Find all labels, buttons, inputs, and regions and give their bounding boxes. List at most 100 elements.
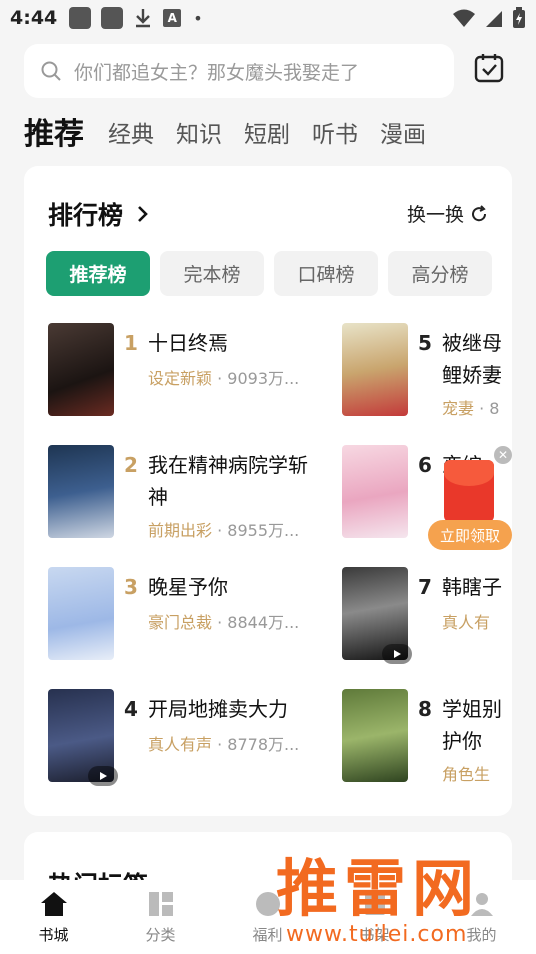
- notification-icon-2: [101, 7, 124, 29]
- red-packet-widget[interactable]: ✕ 立即领取: [428, 444, 514, 554]
- book-title: 晚星予你: [148, 575, 228, 599]
- refresh-button[interactable]: 换一换: [407, 200, 488, 227]
- download-icon: [136, 9, 151, 28]
- book-title: 韩瞎子: [442, 575, 502, 599]
- tab-comics[interactable]: 漫画: [380, 110, 426, 160]
- ranking-title: 排行榜: [48, 201, 124, 230]
- book-cover: [342, 689, 408, 782]
- nav-label: 分类: [145, 926, 176, 944]
- book-item-5[interactable]: 5 被继母 鲤娇妻 宠妻 · 8: [342, 323, 512, 419]
- book-tag: 角色生: [442, 765, 491, 784]
- book-item-7[interactable]: 7 韩瞎子 真人有: [342, 567, 512, 664]
- rank-number: 5: [418, 331, 432, 355]
- close-icon[interactable]: ✕: [494, 446, 512, 464]
- watermark-logo: 推雷网 www.tuilei.com: [266, 836, 536, 954]
- book-meta: 真人有: [442, 609, 490, 633]
- pill-completed-list[interactable]: 完本榜: [160, 251, 264, 296]
- rank-number: 7: [418, 575, 432, 599]
- book-meta: 角色生: [442, 761, 490, 785]
- tab-audiobook[interactable]: 听书: [312, 110, 358, 160]
- book-tag: 真人有声: [148, 735, 213, 754]
- audio-badge: [382, 644, 412, 664]
- a-icon: A: [163, 9, 182, 27]
- tab-recommend[interactable]: 推荐: [24, 110, 84, 160]
- wifi-icon: [453, 9, 475, 27]
- book-cover: [342, 323, 408, 416]
- book-item-4[interactable]: 4 开局地摊卖大力 真人有声 · 8778万...: [48, 689, 318, 786]
- book-meta: 豪门总裁 · 8844万...: [148, 613, 300, 632]
- watermark-url: www.tuilei.com: [286, 922, 468, 947]
- tab-knowledge[interactable]: 知识: [176, 110, 222, 160]
- rank-number: 8: [418, 697, 432, 721]
- book-title: 学姐别: [442, 697, 502, 721]
- rank-number: 4: [124, 697, 138, 721]
- status-bar: 4:44 A •: [0, 0, 536, 36]
- book-meta: 宠妻 · 8: [442, 399, 500, 418]
- more-dot-icon: •: [193, 8, 203, 28]
- book-count: 8: [489, 399, 500, 418]
- book-tag: 豪门总裁: [148, 613, 213, 632]
- book-cover: [48, 445, 114, 538]
- ranking-filter-pills: 推荐榜 完本榜 口碑榜 高分榜: [46, 251, 492, 296]
- nav-bookstore[interactable]: 书城: [0, 880, 107, 954]
- book-cover: [48, 567, 114, 660]
- refresh-icon: [472, 204, 487, 221]
- battery-icon: [513, 7, 525, 28]
- book-tag: 宠妻: [442, 399, 475, 418]
- book-count: 8844万...: [227, 613, 300, 632]
- refresh-label: 换一换: [406, 204, 464, 226]
- book-item-8[interactable]: 8 学姐别 护你 角色生: [342, 689, 512, 785]
- red-packet-label[interactable]: 立即领取: [428, 520, 512, 550]
- nav-label: 书城: [38, 926, 69, 944]
- rank-number: 3: [124, 575, 138, 599]
- book-tag: 真人有: [442, 613, 491, 632]
- audio-badge: [88, 766, 118, 786]
- book-title-line2: 护你: [442, 729, 482, 753]
- chevron-right-icon: [138, 206, 148, 222]
- rank-number: 1: [124, 331, 138, 355]
- search-placeholder: 你们都追女主？那女魔头我娶走了: [74, 61, 360, 84]
- book-cover: [342, 445, 408, 538]
- calendar-checkin-button[interactable]: [469, 48, 509, 88]
- signal-icon: [486, 11, 502, 27]
- book-item-3[interactable]: 3 晚星予你 豪门总裁 · 8844万...: [48, 567, 318, 663]
- tab-short-drama[interactable]: 短剧: [244, 110, 290, 160]
- book-cover: [342, 567, 412, 664]
- book-tag: 前期出彩: [148, 521, 213, 540]
- book-item-1[interactable]: 1 十日终焉 设定新颖 · 9093万...: [48, 323, 318, 419]
- home-icon: [40, 892, 67, 916]
- pill-high-score-list[interactable]: 高分榜: [388, 251, 492, 296]
- book-cover: [48, 689, 118, 786]
- book-count: 8778万...: [227, 735, 300, 754]
- book-title: 被继母: [442, 331, 502, 355]
- book-title: 十日终焉: [148, 331, 228, 355]
- book-meta: 设定新颖 · 9093万...: [148, 369, 300, 388]
- notification-icon: [69, 7, 92, 29]
- search-bar[interactable]: 你们都追女主？那女魔头我娶走了: [24, 44, 454, 98]
- book-tag: 设定新颖: [148, 369, 213, 388]
- category-tabs: 推荐 经典 知识 短剧 听书 漫画: [24, 110, 448, 160]
- book-title-line2: 神: [148, 485, 168, 509]
- book-title: 开局地摊卖大力: [148, 697, 288, 721]
- watermark-text: 推雷网: [276, 852, 481, 925]
- tab-classic[interactable]: 经典: [108, 110, 154, 160]
- search-icon: [41, 61, 61, 81]
- status-right: [452, 7, 526, 29]
- book-title: 我在精神病院学斩: [148, 453, 308, 477]
- pill-reputation-list[interactable]: 口碑榜: [274, 251, 378, 296]
- status-time: 4:44: [10, 7, 58, 29]
- play-icon: [394, 650, 401, 658]
- book-item-2[interactable]: 2 我在精神病院学斩 神 前期出彩 · 8955万...: [48, 445, 318, 541]
- book-count: 9093万...: [227, 369, 300, 388]
- calendar-check-icon: [474, 54, 504, 83]
- ranking-header[interactable]: 排行榜: [48, 196, 149, 232]
- pill-recommend-list[interactable]: 推荐榜: [46, 251, 150, 296]
- rank-number: 2: [124, 453, 138, 477]
- book-meta: 前期出彩 · 8955万...: [148, 521, 300, 540]
- grid-icon: [148, 892, 173, 916]
- book-title-line2: 鲤娇妻: [442, 363, 502, 387]
- app-root: 4:44 A • 你们都追女主？那女魔头我娶走了 推荐 经典 知识 短剧 听书 …: [0, 0, 536, 954]
- nav-category[interactable]: 分类: [107, 880, 214, 954]
- book-cover: [48, 323, 114, 416]
- book-meta: 真人有声 · 8778万...: [148, 735, 300, 754]
